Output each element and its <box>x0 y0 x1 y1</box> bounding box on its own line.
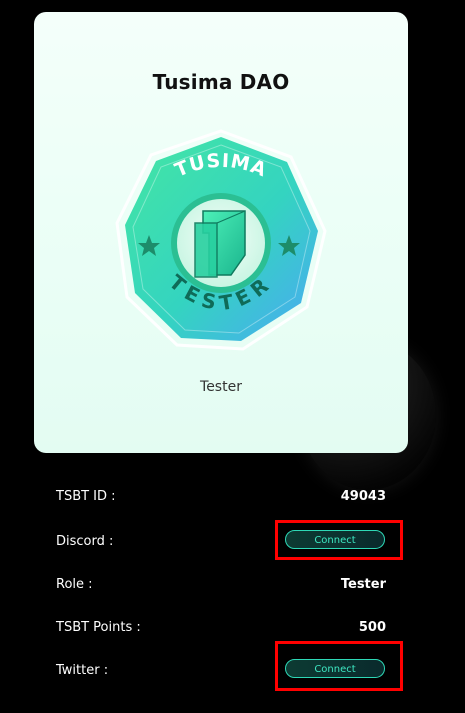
discord-connect-button[interactable]: Connect <box>285 530 385 549</box>
discord-label: Discord : <box>56 534 114 549</box>
tsbt-points-label: TSBT Points : <box>56 620 141 635</box>
tsbt-id-label: TSBT ID : <box>56 489 116 504</box>
tester-badge: TUSIMA TESTER <box>113 127 329 353</box>
nft-card: Tusima DAO TUSIMA TESTER Tester <box>34 12 408 453</box>
card-title: Tusima DAO <box>152 70 290 94</box>
twitter-connect-button[interactable]: Connect <box>285 659 385 678</box>
role-value: Tester <box>340 577 386 592</box>
card-role-caption: Tester <box>200 379 242 395</box>
badge-graphic: TUSIMA TESTER <box>115 129 327 351</box>
tsbt-points-value: 500 <box>358 620 386 635</box>
role-label: Role : <box>56 577 93 592</box>
twitter-label: Twitter : <box>56 663 109 678</box>
tsbt-id-value: 49043 <box>340 489 386 504</box>
